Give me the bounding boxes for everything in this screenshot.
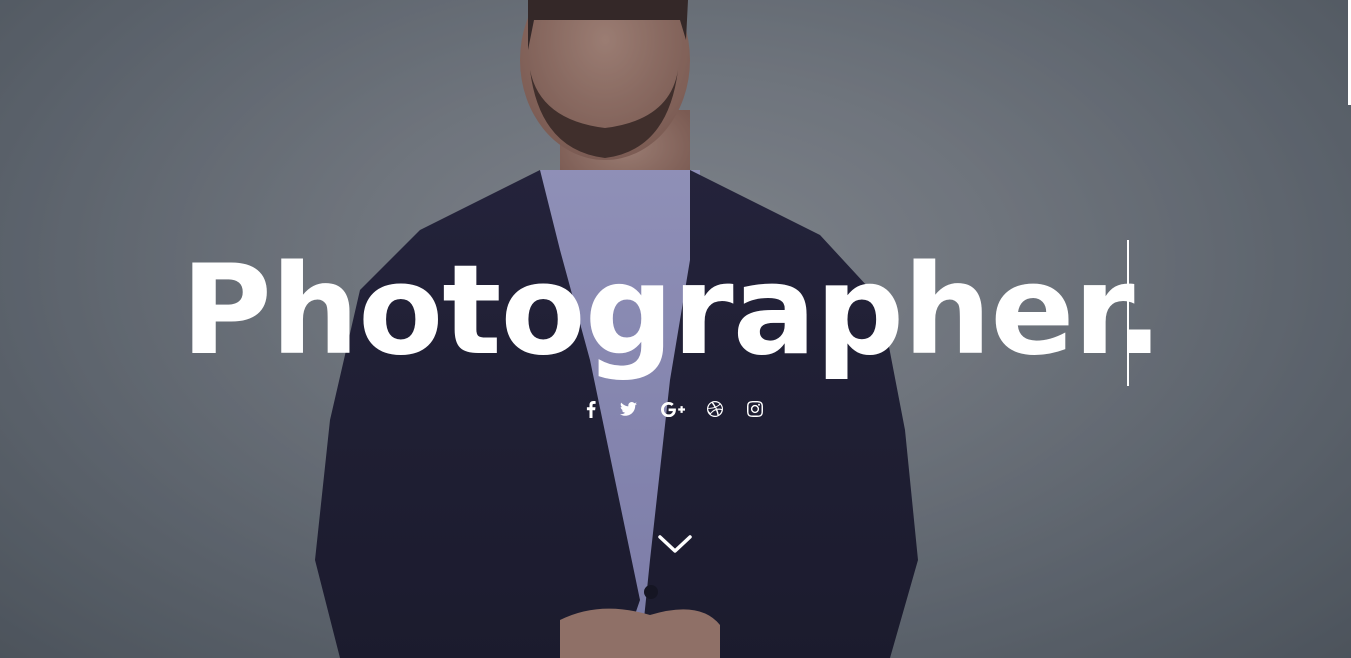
social-links (578, 396, 774, 422)
typing-cursor (1127, 240, 1129, 386)
hero-section: Photographer. (0, 0, 1351, 658)
hero-headline: Photographer. (180, 239, 1163, 383)
twitter-icon[interactable] (604, 396, 652, 422)
instagram-icon[interactable] (736, 396, 774, 422)
facebook-icon[interactable] (578, 396, 604, 422)
chevron-down-icon[interactable] (657, 533, 693, 555)
headline-container: Photographer. (0, 236, 1351, 386)
google-plus-icon[interactable] (652, 396, 694, 422)
dribbble-icon[interactable] (694, 396, 736, 422)
